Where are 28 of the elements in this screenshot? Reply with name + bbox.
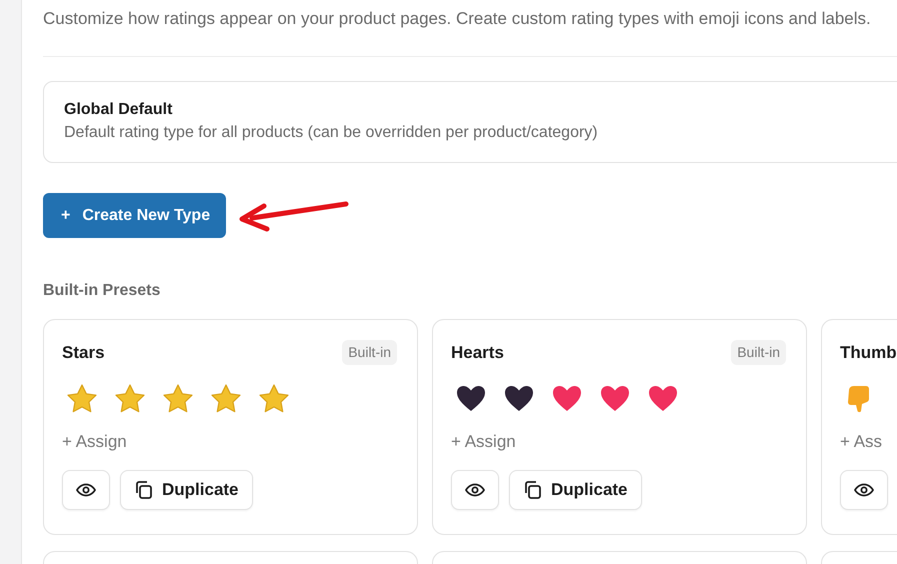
card-title: Stars (62, 342, 105, 364)
assign-link[interactable]: + Assign (62, 428, 397, 454)
star-icon (162, 382, 194, 414)
assign-link[interactable]: + Assign (451, 428, 786, 454)
built-in-badge: Built-in (731, 340, 786, 366)
card-title: Hearts (451, 342, 504, 364)
assign-link[interactable]: + Ass (840, 428, 897, 454)
copy-icon (523, 480, 543, 500)
eye-icon (465, 482, 485, 498)
card-title: Global Default (64, 100, 174, 120)
duplicate-button[interactable]: Duplicate (509, 470, 642, 510)
eye-icon (76, 482, 96, 498)
star-icon (114, 382, 146, 414)
built-in-badge: Built-in (342, 340, 397, 366)
card-title: Thumb (840, 342, 897, 364)
page-description: Customize how ratings appear on your product pages. Create custom rating types with emoji icons and labels. (43, 8, 872, 30)
duplicate-button[interactable]: Duplicate (120, 470, 253, 510)
preview-button[interactable] (451, 470, 499, 510)
section-title: Built-in Presets (43, 281, 162, 301)
star-icon (210, 382, 242, 414)
preview-button[interactable] (62, 470, 110, 510)
create-new-type-button[interactable]: + Create New Type (43, 193, 226, 238)
card-subtitle: Default rating type for all products (can be overridden per product/category) (64, 123, 599, 143)
star-icon (258, 382, 290, 414)
copy-icon (134, 480, 154, 500)
eye-icon (854, 482, 874, 498)
preview-button[interactable] (840, 470, 888, 510)
star-icon (66, 382, 98, 414)
